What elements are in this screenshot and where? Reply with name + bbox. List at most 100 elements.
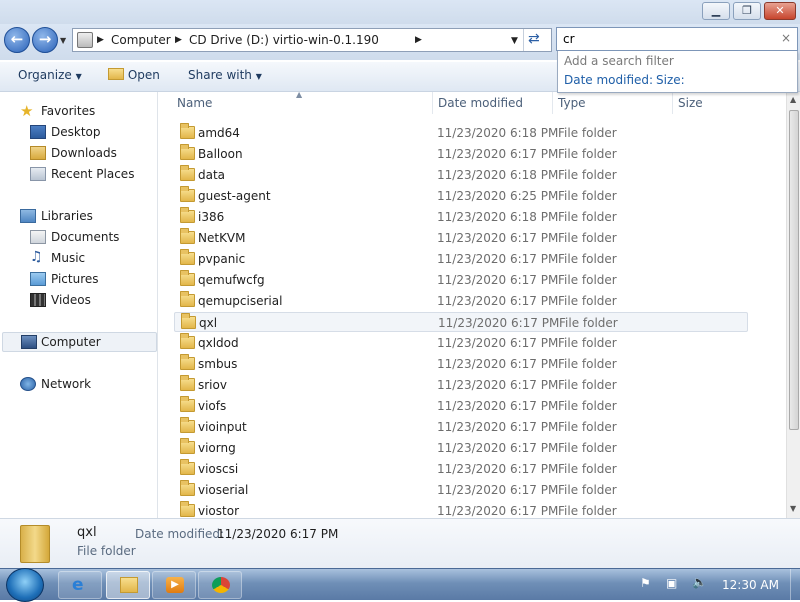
scroll-down-arrow[interactable]: ▼ <box>790 504 796 513</box>
maximize-button[interactable]: ❐ <box>733 2 761 20</box>
table-row[interactable]: qxl 11/23/2020 6:17 PM File folder <box>174 312 748 332</box>
volume-icon[interactable]: 🔈 <box>692 575 707 589</box>
taskbar-media-player[interactable]: ▶ <box>152 571 196 599</box>
chevron-right-icon[interactable]: ▶ <box>415 35 422 45</box>
close-button[interactable]: ✕ <box>764 2 796 20</box>
sidebar-item-downloads[interactable]: Downloads <box>30 144 140 164</box>
column-header-name[interactable]: Name <box>177 96 212 110</box>
refresh-icon[interactable]: ⇄ <box>528 31 540 47</box>
search-box[interactable]: × <box>556 27 798 51</box>
sidebar-item-pictures[interactable]: Pictures <box>30 270 140 290</box>
file-type: File folder <box>558 294 617 308</box>
file-date-modified: 11/23/2020 6:17 PM <box>437 231 559 245</box>
sidebar-label: Documents <box>51 230 120 244</box>
file-type: File folder <box>558 189 617 203</box>
table-row[interactable]: Balloon 11/23/2020 6:17 PM File folder <box>174 144 748 164</box>
sidebar-item-desktop[interactable]: Desktop <box>30 123 140 143</box>
filter-size[interactable]: Size: <box>656 73 685 87</box>
recent-pages-dropdown[interactable]: ▼ <box>60 36 66 45</box>
sidebar-item-recent-places[interactable]: Recent Places <box>30 165 140 185</box>
column-header-type[interactable]: Type <box>558 96 586 110</box>
show-desktop-button[interactable] <box>790 569 800 601</box>
organize-button[interactable]: Organize ▼ <box>18 68 82 82</box>
breadcrumb-cd-drive[interactable]: CD Drive (D:) virtio-win-0.1.190 <box>189 33 379 47</box>
chevron-down-icon: ▼ <box>255 72 262 81</box>
folder-icon <box>180 354 195 370</box>
sort-ascending-icon: ▲ <box>296 90 303 99</box>
table-row[interactable]: guest-agent 11/23/2020 6:25 PM File folder <box>174 186 748 206</box>
file-type: File folder <box>558 147 617 161</box>
table-row[interactable]: i386 11/23/2020 6:18 PM File folder <box>174 207 748 227</box>
sidebar-item-documents[interactable]: Documents <box>30 228 140 248</box>
table-row[interactable]: sriov 11/23/2020 6:17 PM File folder <box>174 375 748 395</box>
sidebar-item-favorites[interactable]: ★ Favorites <box>20 102 140 122</box>
share-with-button[interactable]: Share with ▼ <box>188 68 262 82</box>
file-name: smbus <box>198 357 238 371</box>
column-header-size[interactable]: Size <box>678 96 703 110</box>
table-row[interactable]: qxldod 11/23/2020 6:17 PM File folder <box>174 333 748 353</box>
scroll-up-arrow[interactable]: ▲ <box>790 95 796 104</box>
details-type: File folder <box>77 544 136 558</box>
chevron-right-icon[interactable]: ▶ <box>175 35 182 45</box>
table-row[interactable]: vioinput 11/23/2020 6:17 PM File folder <box>174 417 748 437</box>
table-row[interactable]: data 11/23/2020 6:18 PM File folder <box>174 165 748 185</box>
file-name: Balloon <box>198 147 243 161</box>
start-button[interactable] <box>6 568 44 602</box>
sidebar-item-libraries[interactable]: Libraries <box>20 207 140 227</box>
sidebar-label: Pictures <box>51 272 99 286</box>
column-header-date-modified[interactable]: Date modified <box>438 96 523 110</box>
media-player-icon: ▶ <box>166 577 184 593</box>
table-row[interactable]: viofs 11/23/2020 6:17 PM File folder <box>174 396 748 416</box>
file-type: File folder <box>558 168 617 182</box>
back-button[interactable]: ← <box>4 27 30 53</box>
file-date-modified: 11/23/2020 6:17 PM <box>437 378 559 392</box>
sidebar-item-computer[interactable]: Computer <box>2 332 157 352</box>
open-button[interactable]: Open <box>108 68 160 82</box>
network-tray-icon[interactable]: ▣ <box>666 576 677 590</box>
chevron-right-icon[interactable]: ▶ <box>97 35 104 45</box>
taskbar-internet-explorer[interactable]: e <box>58 571 102 599</box>
breadcrumb-computer[interactable]: Computer <box>111 33 171 47</box>
folder-icon <box>180 375 195 391</box>
column-divider[interactable] <box>552 92 553 114</box>
table-row[interactable]: amd64 11/23/2020 6:18 PM File folder <box>174 123 748 143</box>
flag-icon[interactable]: ⚑ <box>640 576 651 590</box>
table-row[interactable]: vioserial 11/23/2020 6:17 PM File folder <box>174 480 748 500</box>
clear-search-icon[interactable]: × <box>781 31 791 45</box>
table-row[interactable]: smbus 11/23/2020 6:17 PM File folder <box>174 354 748 374</box>
music-icon: ♫ <box>30 249 43 265</box>
system-clock[interactable]: 12:30 AM <box>722 578 779 592</box>
search-filter-dropdown: Add a search filter Date modified: Size: <box>557 51 798 93</box>
file-date-modified: 11/23/2020 6:17 PM <box>437 357 559 371</box>
column-headers: ▲ Name Date modified Type Size <box>160 90 786 116</box>
table-row[interactable]: vioscsi 11/23/2020 6:17 PM File folder <box>174 459 748 479</box>
file-type: File folder <box>558 441 617 455</box>
column-divider[interactable] <box>672 92 673 114</box>
file-date-modified: 11/23/2020 6:18 PM <box>437 210 559 224</box>
table-row[interactable]: viorng 11/23/2020 6:17 PM File folder <box>174 438 748 458</box>
scrollbar-thumb[interactable] <box>789 110 799 430</box>
sidebar-item-network[interactable]: Network <box>20 375 140 395</box>
taskbar-windows-explorer[interactable] <box>106 571 150 599</box>
videos-icon <box>30 293 46 307</box>
table-row[interactable]: qemufwcfg 11/23/2020 6:17 PM File folder <box>174 270 748 290</box>
filter-date-modified[interactable]: Date modified: <box>564 73 653 87</box>
table-row[interactable]: NetKVM 11/23/2020 6:17 PM File folder <box>174 228 748 248</box>
table-row[interactable]: qemupciserial 11/23/2020 6:17 PM File fold… <box>174 291 748 311</box>
search-input[interactable] <box>563 31 773 47</box>
folder-icon <box>20 525 50 563</box>
forward-button[interactable]: → <box>32 27 58 53</box>
address-history-dropdown[interactable]: ▼ <box>511 36 518 46</box>
file-type: File folder <box>558 336 617 350</box>
minimize-button[interactable]: ▁ <box>702 2 730 20</box>
table-row[interactable]: viostor 11/23/2020 6:17 PM File folder <box>174 501 748 518</box>
column-divider[interactable] <box>432 92 433 114</box>
sidebar-item-music[interactable]: ♫ Music <box>30 249 140 269</box>
table-row[interactable]: pvpanic 11/23/2020 6:17 PM File folder <box>174 249 748 269</box>
taskbar-chrome[interactable] <box>198 571 242 599</box>
file-name: qemufwcfg <box>198 273 265 287</box>
vertical-scrollbar[interactable]: ▲ ▼ <box>786 92 800 518</box>
address-bar[interactable]: ▶ Computer ▶ CD Drive (D:) virtio-win-0.… <box>72 28 552 52</box>
folder-icon <box>180 417 195 433</box>
sidebar-item-videos[interactable]: Videos <box>30 291 140 311</box>
